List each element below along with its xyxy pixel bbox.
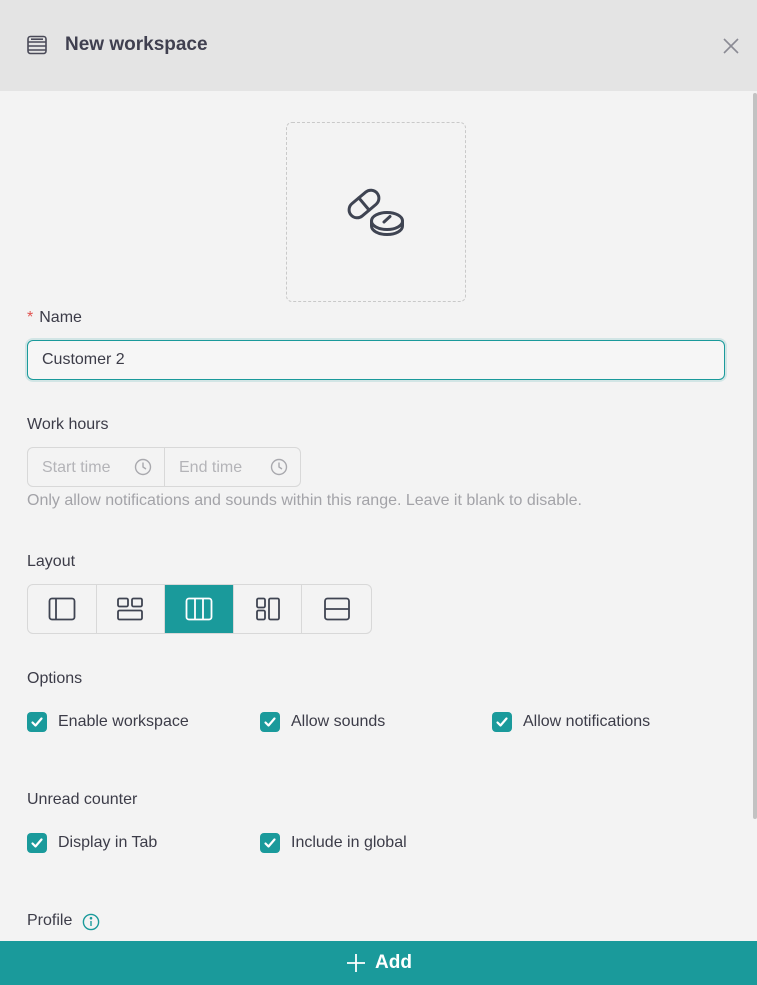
options-label: Options [27,670,83,687]
info-icon[interactable] [82,913,100,931]
clock-icon [134,458,152,476]
layout-columns-icon [185,597,213,621]
layout-sidebar-left-icon [48,597,76,621]
allow-sounds-label: Allow sounds [291,713,386,730]
layout-sidebar-left-button[interactable] [28,585,97,633]
layout-grid-top-button[interactable] [97,585,166,633]
layout-rows-button[interactable] [302,585,371,633]
workspace-icon-picker[interactable] [286,122,466,302]
work-hours-hint: Only allow notifications and sounds with… [27,492,582,509]
add-button[interactable]: Add [0,941,757,985]
name-label-text: Name [39,309,82,326]
end-time-placeholder: End time [179,459,243,476]
name-input[interactable] [27,340,725,380]
pills-icon [347,188,404,236]
name-label: * Name [27,309,82,327]
unread-counter-label: Unread counter [27,791,138,808]
display-in-tab-checkbox[interactable]: Display in Tab [27,833,157,853]
start-time-placeholder: Start time [42,459,111,476]
scrollbar[interactable] [752,91,757,941]
checkbox-checked-icon [260,833,280,853]
layout-label: Layout [27,553,76,570]
plus-icon [347,954,366,972]
close-icon[interactable] [719,34,743,58]
layout-rows-icon [323,597,350,621]
allow-notifications-label: Allow notifications [523,713,651,730]
enable-workspace-checkbox[interactable]: Enable workspace [27,712,189,732]
checkbox-checked-icon [27,712,47,732]
allow-notifications-checkbox[interactable]: Allow notifications [492,712,650,732]
checkbox-checked-icon [260,712,280,732]
add-button-label: Add [375,952,412,973]
required-mark: * [27,309,34,326]
work-hours-range: Start time End time [27,447,301,487]
scrollbar-thumb[interactable] [753,93,757,819]
dialog-header: New workspace [0,0,757,91]
profile-label: Profile [27,912,73,929]
checkbox-checked-icon [27,833,47,853]
work-hours-label: Work hours [27,416,109,433]
dialog-title: New workspace [65,34,208,55]
clock-icon [270,458,288,476]
workspace-icon [25,33,49,57]
layout-selector [27,584,372,634]
new-workspace-dialog: New workspace * Name Work hours Start tim… [0,0,757,985]
layout-grid-top-icon [117,597,144,621]
start-time-input[interactable]: Start time [28,448,164,486]
layout-columns-button[interactable] [165,585,234,633]
include-in-global-checkbox[interactable]: Include in global [260,833,407,853]
layout-grid-left-icon [255,597,280,621]
display-in-tab-label: Display in Tab [58,834,158,851]
layout-grid-left-button[interactable] [234,585,303,633]
allow-sounds-checkbox[interactable]: Allow sounds [260,712,385,732]
include-in-global-label: Include in global [291,834,407,851]
checkbox-checked-icon [492,712,512,732]
end-time-input[interactable]: End time [164,448,300,486]
enable-workspace-label: Enable workspace [58,713,189,730]
